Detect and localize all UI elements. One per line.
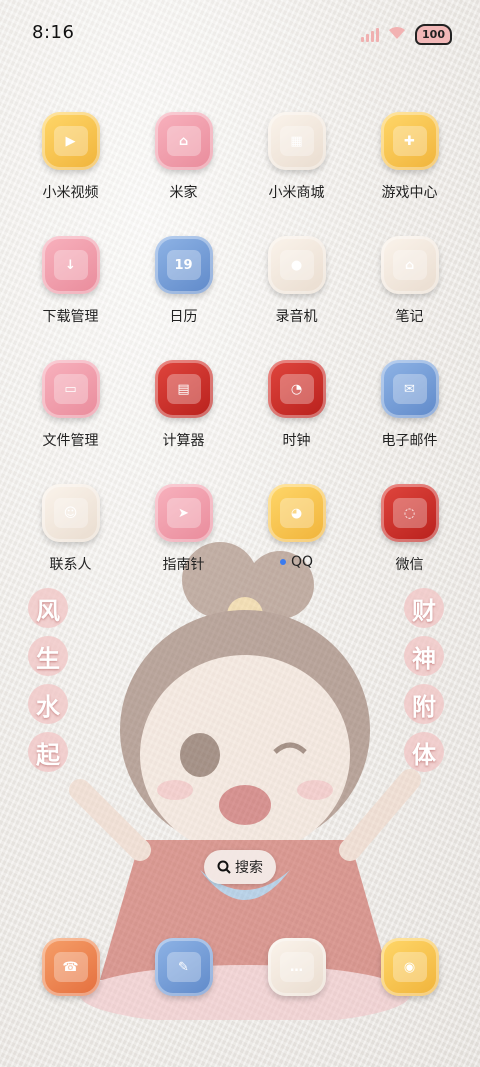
dock-app-phone[interactable]: ☎ <box>14 938 127 996</box>
side-text-right: 财神附体 <box>404 588 444 772</box>
app-game-center[interactable]: ✚ 游戏中心 <box>353 112 466 202</box>
app-mi-home[interactable]: ⌂ 米家 <box>127 112 240 202</box>
dock-app-camera[interactable]: ◉ <box>353 938 466 996</box>
status-time: 8:16 <box>32 22 75 43</box>
app-label: 米家 <box>169 185 198 201</box>
side-character: 财 <box>404 588 444 628</box>
microphone-icon: ● <box>267 236 326 294</box>
app-label: 联系人 <box>49 557 92 573</box>
signal-icon <box>361 27 380 42</box>
app-label: 小米视频 <box>42 185 99 201</box>
side-character: 水 <box>28 684 68 724</box>
search-label: 搜索 <box>235 860 263 876</box>
status-bar: 8:16 100 <box>0 0 480 68</box>
compass-icon: ➤ <box>154 484 213 542</box>
app-downloads[interactable]: ↓ 下载管理 <box>14 236 127 326</box>
app-recorder[interactable]: ● 录音机 <box>240 236 353 326</box>
store-icon: ▦ <box>267 112 326 170</box>
app-label: 指南针 <box>162 557 205 573</box>
app-mi-store[interactable]: ▦ 小米商城 <box>240 112 353 202</box>
house-icon: ⌂ <box>154 112 213 170</box>
app-contacts[interactable]: ☺ 联系人 <box>14 484 127 574</box>
wifi-icon <box>387 25 407 45</box>
chat-bubbles-icon: ◌ <box>380 484 439 542</box>
app-label: 微信 <box>395 557 424 573</box>
app-label: 时钟 <box>282 433 311 449</box>
app-grid: ▶ 小米视频 ⌂ 米家 ▦ 小米商城 ✚ 游戏中心 ↓ 下载管理 19 日历 ● 录音机 ⌂ 笔记 ▭ 文件管理 ▤… <box>14 112 466 574</box>
app-label: QQ <box>279 554 313 570</box>
clock-icon: ◔ <box>267 360 326 418</box>
calendar-icon: 19 <box>154 236 213 294</box>
dock: ☎ ✎ … ◉ <box>14 938 466 996</box>
calculator-icon: ▤ <box>154 360 213 418</box>
gamepad-icon: ✚ <box>380 112 439 170</box>
search-icon <box>217 860 231 874</box>
side-character: 起 <box>28 732 68 772</box>
camera-icon: ◉ <box>380 938 439 996</box>
app-label: 下载管理 <box>42 309 99 325</box>
dock-app-messages[interactable]: ✎ <box>127 938 240 996</box>
notification-dot <box>279 559 286 565</box>
app-clock[interactable]: ◔ 时钟 <box>240 360 353 450</box>
mail-icon: ✉ <box>380 360 439 418</box>
side-character: 神 <box>404 636 444 676</box>
dock-app-browser[interactable]: … <box>240 938 353 996</box>
side-character: 附 <box>404 684 444 724</box>
app-label: 文件管理 <box>42 433 99 449</box>
side-character: 风 <box>28 588 68 628</box>
chat-icon: … <box>267 938 326 996</box>
app-label: 游戏中心 <box>381 185 438 201</box>
app-calendar[interactable]: 19 日历 <box>127 236 240 326</box>
telephone-icon: ☎ <box>41 938 100 996</box>
app-label: 笔记 <box>395 309 424 325</box>
search-button[interactable]: 搜索 <box>204 850 276 884</box>
app-label: 小米商城 <box>268 185 325 201</box>
app-file-manager[interactable]: ▭ 文件管理 <box>14 360 127 450</box>
app-calculator[interactable]: ▤ 计算器 <box>127 360 240 450</box>
download-icon: ↓ <box>41 236 100 294</box>
side-text-left: 风生水起 <box>28 588 68 772</box>
app-label: 计算器 <box>162 433 205 449</box>
app-compass[interactable]: ➤ 指南针 <box>127 484 240 574</box>
notes-icon: ⌂ <box>380 236 439 294</box>
side-character: 生 <box>28 636 68 676</box>
app-label: 日历 <box>169 309 198 325</box>
message-icon: ✎ <box>154 938 213 996</box>
battery-icon: 100 <box>415 24 452 45</box>
penguin-icon: ◕ <box>267 484 326 542</box>
side-character: 体 <box>404 732 444 772</box>
folder-icon: ▭ <box>41 360 100 418</box>
contacts-icon: ☺ <box>41 484 100 542</box>
video-camera-icon: ▶ <box>41 112 100 170</box>
app-mi-video[interactable]: ▶ 小米视频 <box>14 112 127 202</box>
app-label: 录音机 <box>275 309 318 325</box>
app-qq[interactable]: ◕ QQ <box>240 484 353 574</box>
app-label: 电子邮件 <box>381 433 438 449</box>
app-email[interactable]: ✉ 电子邮件 <box>353 360 466 450</box>
app-wechat[interactable]: ◌ 微信 <box>353 484 466 574</box>
app-notes[interactable]: ⌂ 笔记 <box>353 236 466 326</box>
